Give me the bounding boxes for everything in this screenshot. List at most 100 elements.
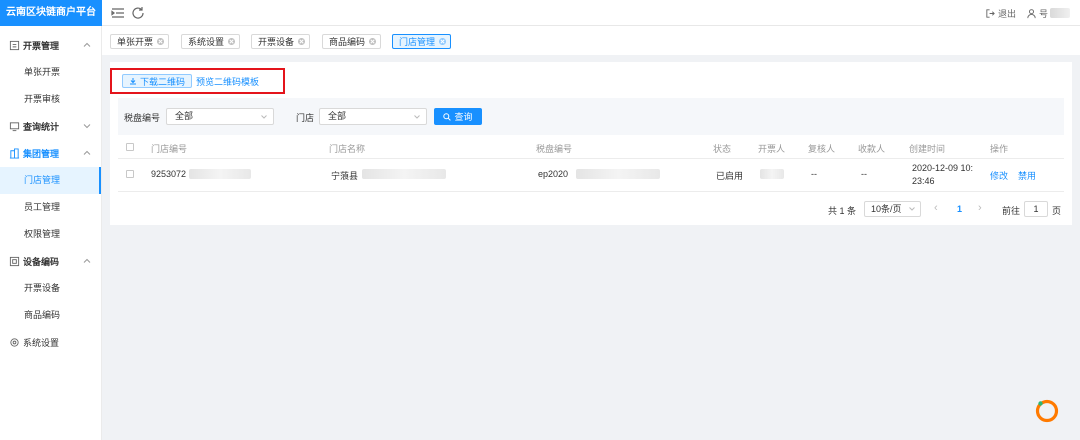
column-header-status: 状态 xyxy=(713,144,732,154)
tab-store-management[interactable]: 门店管理 xyxy=(392,34,452,49)
monitor-icon xyxy=(9,122,20,132)
menu-collapse-icon[interactable] xyxy=(110,5,126,21)
user-icon xyxy=(1027,8,1036,18)
redacted-tax-no xyxy=(576,169,660,179)
goto-page-input[interactable]: 1 xyxy=(1024,201,1048,217)
sidebar-item-single-invoice[interactable]: 单张开票 xyxy=(0,59,101,86)
chevron-down-icon xyxy=(414,115,420,119)
chevron-up-icon xyxy=(83,150,91,155)
gear-icon xyxy=(10,338,19,347)
table-row-divider xyxy=(118,191,1064,192)
search-icon xyxy=(443,112,452,121)
close-icon[interactable] xyxy=(157,38,165,45)
cell-created-time: 23:46 xyxy=(912,176,935,186)
chevron-up-icon xyxy=(83,42,91,47)
close-icon[interactable] xyxy=(439,38,447,45)
cell-status: 已启用 xyxy=(716,171,744,181)
redacted-store-name xyxy=(362,169,446,179)
logout-label: 退出 xyxy=(997,8,1016,19)
download-qrcode-button[interactable]: 下载二维码 xyxy=(122,74,193,88)
table-header-divider xyxy=(118,158,1064,159)
tab-bar xyxy=(102,26,1080,55)
column-header-payee: 收款人 xyxy=(858,144,886,154)
chevron-up-icon xyxy=(83,258,91,263)
column-header-reviewer: 复核人 xyxy=(808,144,836,154)
chevron-down-icon xyxy=(261,115,267,119)
sidebar-group-label: 集团管理 xyxy=(23,149,60,159)
tax-no-label: 税盘编号 xyxy=(124,113,161,123)
tab-label: 系统设置 xyxy=(188,37,225,47)
column-header-store-no: 门店编号 xyxy=(151,144,188,154)
sidebar-item-invoice-review[interactable]: 开票审核 xyxy=(0,86,101,113)
goto-label: 前往 xyxy=(1002,206,1021,216)
cell-store-no: 9253072 xyxy=(151,169,187,179)
page-number-current[interactable]: 1 xyxy=(957,204,962,214)
sidebar-group-label: 查询统计 xyxy=(23,122,60,132)
page-size-value: 10条/页 xyxy=(871,204,902,214)
store-label: 门店 xyxy=(296,113,315,123)
logout-button[interactable]: 退出 xyxy=(985,7,1016,20)
tab-label: 商品编码 xyxy=(329,37,366,47)
tax-no-select[interactable]: 全部 xyxy=(166,108,274,125)
sidebar-group-settings[interactable]: 系统设置 xyxy=(0,329,101,356)
edit-link[interactable]: 修改 xyxy=(990,169,1008,182)
floating-widget-icon[interactable] xyxy=(1034,398,1060,424)
page-size-select[interactable]: 10条/页 xyxy=(864,201,921,217)
top-right-actions: 退出 号 xyxy=(985,0,1070,26)
redacted-invoicer xyxy=(760,169,784,179)
sidebar-group-stats[interactable]: 查询统计 xyxy=(0,113,101,140)
sidebar-item-store-management[interactable]: 门店管理 xyxy=(0,167,101,194)
sidebar-item-staff-management[interactable]: 员工管理 xyxy=(0,194,101,221)
close-icon[interactable] xyxy=(228,38,236,45)
tab-single-invoice[interactable]: 单张开票 xyxy=(110,34,170,49)
download-qrcode-label: 下载二维码 xyxy=(140,76,186,87)
sidebar-item-product-code[interactable]: 商品编码 xyxy=(0,302,101,329)
tax-no-select-value: 全部 xyxy=(175,111,194,121)
cell-store-name: 宁蒗县 xyxy=(331,171,359,181)
sidebar-group-label: 系统设置 xyxy=(23,338,60,348)
refresh-icon[interactable] xyxy=(130,5,146,21)
device-icon xyxy=(9,256,20,267)
top-bar: 云南区块链商户平台 退出 号 xyxy=(0,0,1080,26)
page-suffix-label: 页 xyxy=(1052,206,1062,216)
chevron-down-icon xyxy=(83,124,91,129)
filter-bar: 税盘编号 全部 门店 全部 xyxy=(118,98,1064,135)
tab-product-code[interactable]: 商品编码 xyxy=(322,34,382,49)
cell-reviewer: -- xyxy=(811,169,817,179)
column-header-invoicer: 开票人 xyxy=(758,144,786,154)
column-header-store-name: 门店名称 xyxy=(329,144,366,154)
cell-created-date: 2020-12-09 10: xyxy=(912,163,974,173)
chevron-down-icon xyxy=(909,207,915,211)
user-name-partial: 号 xyxy=(1038,8,1048,19)
sidebar-item-invoice-device[interactable]: 开票设备 xyxy=(0,275,101,302)
logout-icon xyxy=(986,8,995,18)
tab-invoice-device[interactable]: 开票设备 xyxy=(251,34,311,49)
close-icon[interactable] xyxy=(298,38,306,45)
tab-system-settings[interactable]: 系统设置 xyxy=(181,34,241,49)
column-header-created-time: 创建时间 xyxy=(909,144,946,154)
invoice-icon xyxy=(9,40,20,51)
tab-label: 单张开票 xyxy=(117,37,154,47)
query-label: 查询 xyxy=(454,112,473,122)
close-icon[interactable] xyxy=(369,38,377,45)
prev-page-button[interactable]: ‹ xyxy=(934,202,938,214)
sidebar-group-group-management[interactable]: 集团管理 xyxy=(0,140,101,167)
sidebar-group-device-codes[interactable]: 设备编码 xyxy=(0,248,101,275)
user-menu[interactable]: 号 xyxy=(1026,7,1070,20)
sidebar-group-label: 设备编码 xyxy=(23,257,60,267)
building-icon xyxy=(9,148,20,159)
brand-title: 云南区块链商户平台 xyxy=(0,0,102,26)
sidebar-item-permission-management[interactable]: 权限管理 xyxy=(0,221,101,248)
store-select[interactable]: 全部 xyxy=(319,108,427,125)
next-page-button[interactable]: › xyxy=(978,202,982,214)
sidebar-group-invoice[interactable]: 开票管理 xyxy=(0,32,101,59)
redacted-store-no xyxy=(189,169,251,179)
query-button[interactable]: 查询 xyxy=(434,108,482,125)
select-all-checkbox[interactable] xyxy=(126,143,134,151)
row-checkbox[interactable] xyxy=(126,170,134,178)
disable-link[interactable]: 禁用 xyxy=(1018,169,1036,182)
download-icon xyxy=(130,78,136,85)
cell-payee: -- xyxy=(861,169,867,179)
app-root: 云南区块链商户平台 退出 号 开票管理 单张开票 开票审核 查询统计 集团管理 … xyxy=(0,0,1080,440)
preview-qrcode-template-link[interactable]: 预览二维码模板 xyxy=(196,75,259,88)
